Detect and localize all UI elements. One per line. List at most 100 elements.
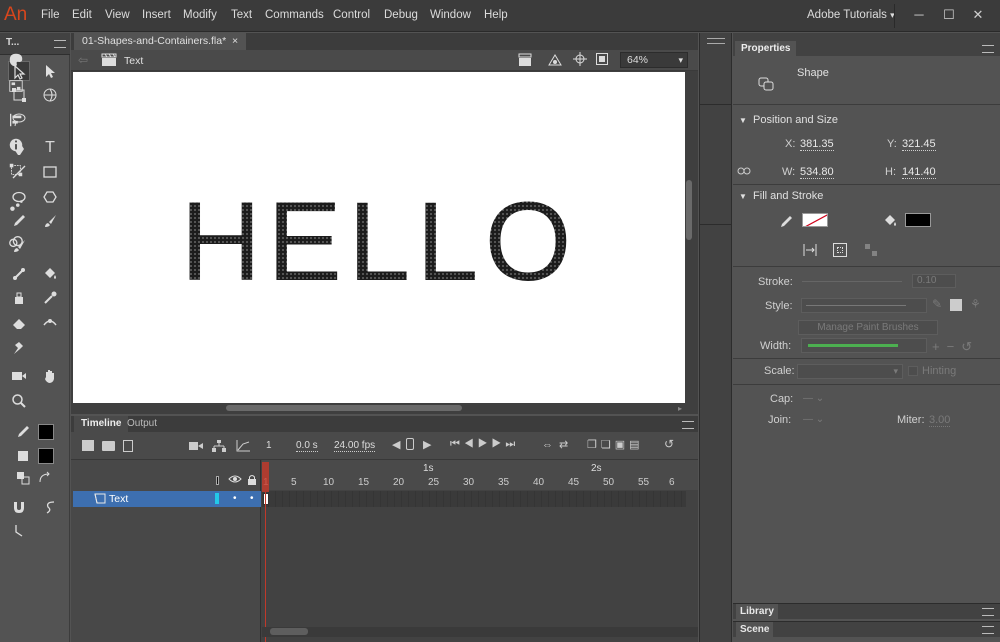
- workspace-switcher[interactable]: Adobe Tutorials ▾: [807, 9, 895, 21]
- brush-library-icon[interactable]: [864, 243, 878, 257]
- 3d-rotation-tool-icon[interactable]: [39, 85, 61, 105]
- link-constrain-icon[interactable]: [737, 166, 751, 176]
- playhead[interactable]: [262, 462, 269, 492]
- edit-symbols-icon[interactable]: [547, 53, 565, 67]
- polystar-tool-icon[interactable]: [39, 187, 61, 207]
- close-button[interactable]: ✕: [969, 6, 987, 24]
- cap-select[interactable]: — ⌄: [803, 393, 824, 404]
- tab-scene[interactable]: Scene: [736, 622, 774, 637]
- eraser-tool-icon[interactable]: [8, 313, 30, 333]
- stage-text-shape[interactable]: HELLO: [73, 72, 685, 403]
- menu-file[interactable]: File: [41, 9, 60, 21]
- scale-select[interactable]: ▾: [797, 364, 903, 379]
- panel-menu-icon[interactable]: [54, 40, 66, 48]
- menu-help[interactable]: Help: [484, 9, 508, 21]
- undo-icon[interactable]: ↺: [664, 437, 674, 451]
- width-tool-icon[interactable]: [39, 313, 61, 333]
- delete-layer-icon[interactable]: [123, 440, 133, 452]
- eye-icon[interactable]: [228, 474, 242, 484]
- prev-frame-icon[interactable]: ◀: [392, 438, 400, 451]
- width-profile-icon[interactable]: [803, 243, 817, 257]
- fill-color-swatch[interactable]: [38, 448, 54, 464]
- add-width-icon[interactable]: +: [932, 339, 947, 354]
- next-frame-icon[interactable]: ▶: [423, 438, 431, 451]
- zoom-tool-icon[interactable]: [8, 391, 30, 411]
- tab-output[interactable]: Output: [120, 416, 164, 432]
- menu-edit[interactable]: Edit: [72, 9, 92, 21]
- fill-stroke-section[interactable]: ▼ Fill and Stroke: [735, 187, 995, 205]
- rectangle-tool-icon[interactable]: [39, 162, 61, 182]
- smooth-icon[interactable]: [39, 497, 61, 517]
- tab-library[interactable]: Library: [736, 604, 778, 619]
- menu-control[interactable]: Control: [333, 9, 370, 21]
- frame-icon[interactable]: [406, 438, 414, 450]
- position-size-section[interactable]: ▼ Position and Size: [735, 111, 995, 129]
- graph-icon[interactable]: [236, 440, 250, 452]
- tab-properties[interactable]: Properties: [735, 41, 797, 56]
- onion-skin-icon[interactable]: ❐: [587, 439, 601, 451]
- snap-to-objects-icon[interactable]: [8, 497, 30, 517]
- frame-row[interactable]: [262, 491, 686, 507]
- hinting-checkbox[interactable]: [908, 366, 918, 376]
- document-tab[interactable]: 01-Shapes-and-Containers.fla* ×: [74, 33, 247, 50]
- layer-parenting-icon[interactable]: [212, 440, 226, 452]
- frame-rate[interactable]: 24.00 fps: [334, 440, 376, 452]
- edit-scene-icon[interactable]: [518, 53, 536, 67]
- object-drawing-icon[interactable]: [833, 243, 847, 257]
- swap-colors-icon[interactable]: [36, 468, 54, 488]
- panel-menu-icon[interactable]: [982, 626, 994, 634]
- go-to-first-icon[interactable]: ⏮: [450, 438, 464, 450]
- cc-libraries-icon[interactable]: [7, 234, 25, 252]
- play-icon[interactable]: ▶: [478, 438, 492, 450]
- back-arrow-icon[interactable]: ⇦: [78, 53, 88, 67]
- tree-icon[interactable]: ⚘: [970, 297, 981, 311]
- brush-preset-icon[interactable]: [950, 299, 962, 311]
- keyframe[interactable]: [263, 493, 269, 505]
- panel-menu-icon[interactable]: [982, 45, 994, 53]
- pin-tool-icon[interactable]: [8, 338, 30, 358]
- breadcrumb-scene[interactable]: Text: [124, 55, 143, 67]
- menu-window[interactable]: Window: [430, 9, 471, 21]
- paint-brush-tool-icon[interactable]: [39, 211, 61, 231]
- elapsed-time[interactable]: 0.0 s: [296, 440, 318, 452]
- menu-insert[interactable]: Insert: [142, 9, 171, 21]
- stage-vertical-scrollbar[interactable]: [686, 180, 692, 240]
- menu-commands[interactable]: Commands: [265, 9, 324, 21]
- onion-outline-icon[interactable]: ❏: [601, 439, 615, 451]
- info-panel-icon[interactable]: [7, 137, 25, 155]
- menu-view[interactable]: View: [105, 9, 130, 21]
- style-select[interactable]: [801, 298, 927, 313]
- width-select[interactable]: [801, 338, 927, 353]
- close-tab-icon[interactable]: ×: [232, 35, 238, 47]
- hand-tool-icon[interactable]: [39, 366, 61, 386]
- menu-debug[interactable]: Debug: [384, 9, 418, 21]
- subselection-tool-icon[interactable]: [39, 61, 61, 81]
- camera-icon[interactable]: [189, 440, 203, 452]
- color-panel-icon[interactable]: [7, 52, 25, 70]
- lock-icon[interactable]: [247, 474, 257, 485]
- new-layer-icon[interactable]: [82, 440, 94, 451]
- menu-modify[interactable]: Modify: [183, 9, 217, 21]
- scroll-arrow-icon[interactable]: ▸: [678, 404, 682, 413]
- menu-text[interactable]: Text: [231, 9, 252, 21]
- fill-color-swatch[interactable]: [905, 213, 931, 227]
- layer-visible-dot[interactable]: •: [233, 493, 237, 504]
- black-white-icon[interactable]: [14, 468, 32, 488]
- maximize-button[interactable]: ☐: [940, 6, 958, 24]
- bone-tool-icon[interactable]: [8, 264, 30, 284]
- layer-lock-dot[interactable]: •: [250, 493, 254, 504]
- straighten-icon[interactable]: [8, 521, 30, 541]
- stroke-slider[interactable]: [802, 281, 902, 282]
- panel-menu-icon[interactable]: [682, 421, 694, 429]
- step-forward-icon[interactable]: ▶: [492, 438, 506, 450]
- new-folder-icon[interactable]: [102, 441, 115, 451]
- h-value[interactable]: 141.40: [902, 166, 936, 179]
- w-value[interactable]: 534.80: [800, 166, 834, 179]
- y-value[interactable]: 321.45: [902, 138, 936, 151]
- modify-markers-icon[interactable]: ▤: [629, 439, 643, 451]
- minimize-button[interactable]: ─: [910, 6, 928, 24]
- zoom-select[interactable]: 64% ▾: [620, 52, 688, 68]
- x-value[interactable]: 381.35: [800, 138, 834, 151]
- step-back-icon[interactable]: ◀: [464, 438, 478, 450]
- join-select[interactable]: — ⌄: [803, 414, 824, 425]
